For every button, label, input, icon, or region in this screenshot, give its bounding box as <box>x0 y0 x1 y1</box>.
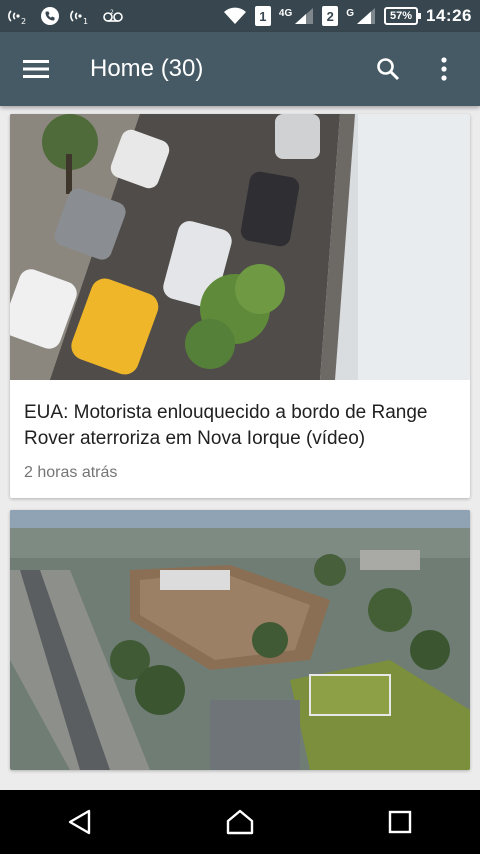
search-button[interactable] <box>364 45 412 93</box>
status-icons-left: 2 1 2 <box>8 6 124 26</box>
home-icon <box>226 809 254 835</box>
hd-voice-icon-2: 1 <box>70 7 92 25</box>
search-icon <box>377 58 400 81</box>
battery-indicator: 57% <box>384 7 422 25</box>
menu-button[interactable] <box>12 45 60 93</box>
signal-strength-icon <box>294 7 314 25</box>
phone-call-icon <box>40 6 60 26</box>
article-image <box>10 114 470 380</box>
svg-text:2: 2 <box>110 9 114 16</box>
status-icons-right: 1 4G 2 G 57% 14:26 <box>223 6 472 26</box>
overflow-menu-button[interactable] <box>420 45 468 93</box>
status-clock: 14:26 <box>426 6 472 25</box>
article-card[interactable]: EUA: Motorista enlouquecido a bordo de R… <box>10 114 470 498</box>
recent-apps-button[interactable] <box>360 790 440 854</box>
article-timestamp: 2 horas atrás <box>24 464 118 481</box>
article-card[interactable] <box>10 510 470 770</box>
app-bar: Home (30) <box>0 32 480 106</box>
back-icon <box>68 809 91 835</box>
article-title[interactable]: EUA: Motorista enlouquecido a bordo de R… <box>24 400 456 452</box>
article-image <box>10 510 470 770</box>
app-bar-actions <box>364 45 468 93</box>
sim2-indicator: 2 <box>322 6 339 26</box>
hamburger-menu-icon <box>23 60 49 78</box>
sim1-network-type: 4G <box>278 8 293 19</box>
status-bar: 2 1 2 1 4G 2 G 57% 14:26 <box>0 0 480 32</box>
wifi-icon <box>223 7 247 25</box>
system-navigation-bar <box>0 790 480 854</box>
article-card-body: EUA: Motorista enlouquecido a bordo de R… <box>10 380 470 498</box>
hd-voice-icon: 2 <box>8 7 30 25</box>
sim1-indicator: 1 <box>254 6 271 26</box>
news-feed[interactable]: EUA: Motorista enlouquecido a bordo de R… <box>0 106 480 790</box>
back-button[interactable] <box>40 790 120 854</box>
home-button[interactable] <box>200 790 280 854</box>
page-title: Home (30) <box>90 55 204 82</box>
sim2-network-type: G <box>346 8 355 19</box>
recent-apps-icon <box>388 810 412 834</box>
more-vertical-icon <box>441 57 447 81</box>
signal-strength-icon-2 <box>356 7 376 25</box>
voicemail-icon: 2 <box>102 8 124 24</box>
svg-text:2: 2 <box>21 17 26 25</box>
svg-text:1: 1 <box>83 17 88 25</box>
